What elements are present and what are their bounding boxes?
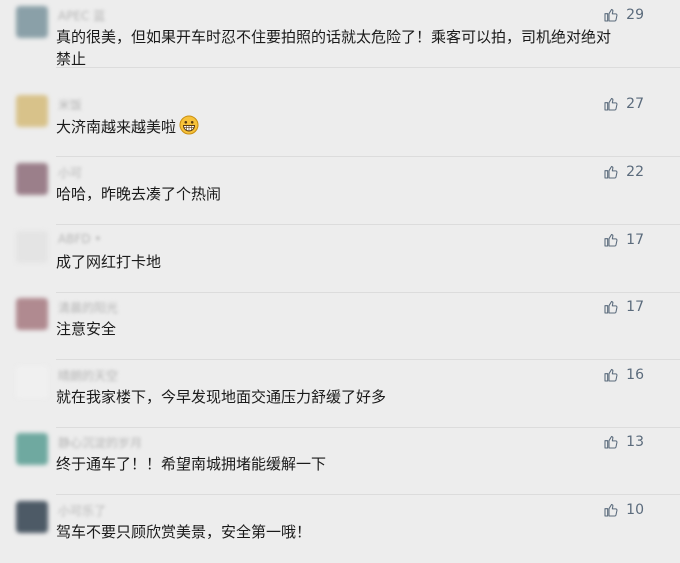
avatar[interactable] — [16, 6, 48, 38]
like-button[interactable]: 10 — [603, 501, 644, 519]
comment-item: 小可乐了 驾车不要只顾欣赏美景，安全第一哦！ 10 — [0, 495, 680, 563]
thumbs-up-icon — [604, 8, 618, 22]
avatar[interactable] — [16, 298, 48, 330]
comment-nickname[interactable]: 小可乐了 — [58, 502, 106, 519]
like-button[interactable]: 17 — [603, 231, 644, 249]
comment-item: 晴朗的天空 就在我家楼下，今早发现地面交通压力舒缓了好多 16 — [0, 360, 680, 428]
like-count: 16 — [626, 367, 644, 383]
comment-text: 驾车不要只顾欣赏美景，安全第一哦！ — [56, 523, 312, 541]
avatar[interactable] — [16, 366, 48, 398]
avatar[interactable] — [16, 95, 48, 127]
thumbs-up-icon — [604, 435, 618, 449]
comment-nickname[interactable]: APEC 蓝 — [58, 7, 105, 24]
comment-nickname[interactable]: 小可 — [58, 164, 82, 181]
comment-list: APEC 蓝 真的很美，但如果开车时忍不住要拍照的话就太危险了！乘客可以拍，司机… — [0, 0, 680, 561]
comment-nickname[interactable]: ABFD • — [58, 232, 101, 246]
like-button[interactable]: 16 — [603, 366, 644, 384]
avatar[interactable] — [16, 433, 48, 465]
comment-text: 就在我家楼下，今早发现地面交通压力舒缓了好多 — [56, 388, 387, 406]
divider — [56, 67, 680, 68]
like-button[interactable]: 13 — [603, 433, 644, 451]
comment-nickname[interactable]: 静心沉淀的岁月 — [58, 434, 142, 451]
like-count: 22 — [626, 164, 644, 180]
comment-text: 大济南越来越美啦 — [56, 115, 621, 138]
avatar[interactable] — [16, 163, 48, 195]
comment-text: 注意安全 — [56, 320, 117, 338]
like-button[interactable]: 22 — [603, 163, 644, 181]
comment-item: 米饭 大济南越来越美啦 27 — [0, 89, 680, 157]
grinning-emoji-icon — [179, 115, 199, 135]
comment-nickname[interactable]: 米饭 — [58, 96, 82, 113]
like-count: 17 — [626, 299, 644, 315]
comment-item: ABFD • 成了网红打卡地 17 — [0, 225, 680, 293]
thumbs-up-icon — [604, 97, 618, 111]
like-count: 27 — [626, 96, 644, 112]
avatar[interactable] — [16, 231, 48, 263]
like-count: 29 — [626, 7, 644, 23]
comment-text: 成了网红打卡地 — [56, 253, 162, 271]
comment-text: 哈哈，昨晚去凑了个热闹 — [56, 185, 222, 203]
like-button[interactable]: 27 — [603, 95, 644, 113]
like-count: 10 — [626, 502, 644, 518]
thumbs-up-icon — [604, 165, 618, 179]
like-button[interactable]: 17 — [603, 298, 644, 316]
thumbs-up-icon — [604, 233, 618, 247]
thumbs-up-icon — [604, 503, 618, 517]
comment-nickname[interactable]: 清晨的阳光 — [58, 299, 118, 316]
thumbs-up-icon — [604, 300, 618, 314]
comment-nickname[interactable]: 晴朗的天空 — [58, 367, 118, 384]
comment-text-content: 大济南越来越美啦 — [56, 118, 177, 136]
comment-item: 小可 哈哈，昨晚去凑了个热闹 22 — [0, 157, 680, 225]
like-count: 17 — [626, 232, 644, 248]
comment-text: 终于通车了！！希望南城拥堵能缓解一下 — [56, 455, 327, 473]
comment-item: APEC 蓝 真的很美，但如果开车时忍不住要拍照的话就太危险了！乘客可以拍，司机… — [0, 0, 680, 68]
like-count: 13 — [626, 434, 644, 450]
comment-text: 真的很美，但如果开车时忍不住要拍照的话就太危险了！乘客可以拍，司机绝对绝对禁止 — [56, 28, 612, 68]
comment-item: 清晨的阳光 注意安全 17 — [0, 292, 680, 360]
thumbs-up-icon — [604, 368, 618, 382]
like-button[interactable]: 29 — [603, 6, 644, 24]
comment-item: 静心沉淀的岁月 终于通车了！！希望南城拥堵能缓解一下 13 — [0, 427, 680, 495]
avatar[interactable] — [16, 501, 48, 533]
